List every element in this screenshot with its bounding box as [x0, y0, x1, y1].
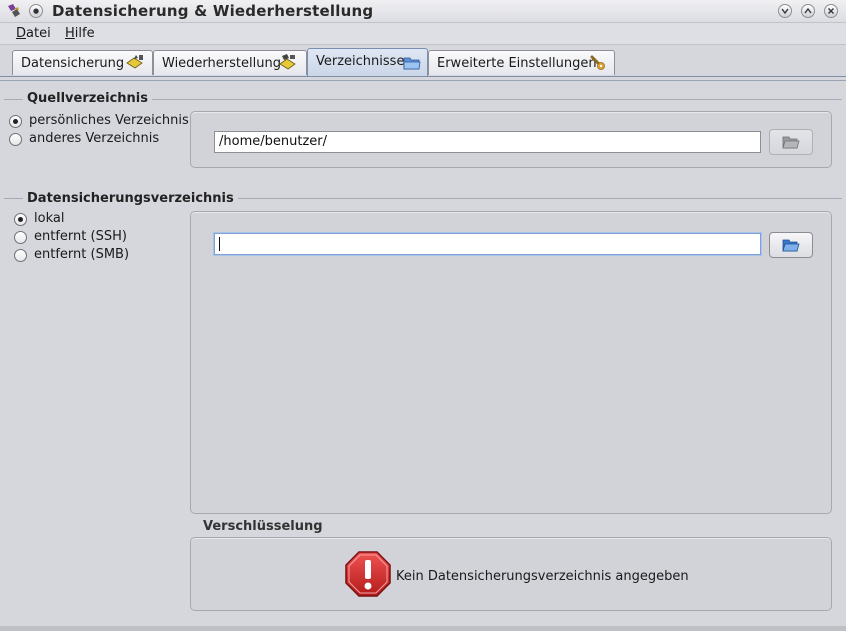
- source-group-title: Quellverzeichnis: [23, 91, 152, 106]
- title-bar[interactable]: ● Datensicherung & Wiederherstellung: [0, 0, 846, 23]
- destination-panel: [190, 211, 832, 514]
- encryption-group-title: Verschlüsselung: [203, 519, 323, 534]
- menu-datei-mnemonic: D: [16, 26, 27, 41]
- maximize-button[interactable]: [801, 4, 815, 18]
- tab-datensicherung[interactable]: Datensicherung: [12, 50, 153, 75]
- tab-erweiterte-einstellungen[interactable]: Erweiterte Einstellungen: [428, 50, 615, 75]
- window-bottom-border: [0, 626, 846, 631]
- tab-verzeichnisse-label: Verzeichnisse: [316, 54, 405, 69]
- text-caret: [219, 237, 220, 251]
- radio-source-personal-label[interactable]: persönliches Verzeichnis: [29, 113, 189, 128]
- menu-datei-label: atei: [26, 26, 51, 41]
- backup-icon: [125, 54, 143, 70]
- encryption-panel: Kein Datensicherungsverzeichnis angegebe…: [190, 537, 832, 611]
- radio-destination-smb[interactable]: [14, 249, 27, 262]
- source-browse-button[interactable]: [769, 129, 813, 155]
- destination-path-input[interactable]: [214, 233, 761, 255]
- close-button[interactable]: [824, 4, 838, 18]
- source-path-input[interactable]: /home/benutzer/: [214, 131, 761, 153]
- folder-icon: [403, 54, 421, 70]
- source-panel: /home/benutzer/: [190, 111, 832, 168]
- menu-hilfe-mnemonic: H: [65, 26, 75, 41]
- tab-datensicherung-label: Datensicherung: [21, 56, 125, 71]
- radio-destination-smb-label[interactable]: entfernt (SMB): [34, 247, 129, 262]
- tab-wiederherstellung[interactable]: Wiederherstellung: [153, 50, 307, 75]
- menu-hilfe-label: ilfe: [74, 26, 95, 41]
- minimize-button[interactable]: [778, 4, 792, 18]
- folder-open-icon: [782, 136, 800, 149]
- tab-wiederherstellung-label: Wiederherstellung: [162, 56, 281, 71]
- tab-erweiterte-einstellungen-label: Erweiterte Einstellungen: [437, 56, 597, 71]
- tab-verzeichnisse[interactable]: Verzeichnisse: [307, 48, 428, 76]
- encryption-status-text: Kein Datensicherungsverzeichnis angegebe…: [396, 569, 689, 584]
- app-icon[interactable]: [6, 3, 22, 19]
- radio-destination-local[interactable]: [14, 213, 27, 226]
- window-title: Datensicherung & Wiederherstellung: [52, 2, 374, 20]
- menu-datei[interactable]: Datei: [16, 26, 51, 41]
- radio-source-other-label[interactable]: anderes Verzeichnis: [29, 131, 159, 146]
- stop-warning-icon: [344, 550, 392, 598]
- radio-source-personal[interactable]: [9, 115, 22, 128]
- radio-destination-local-label[interactable]: lokal: [34, 211, 64, 226]
- menu-hilfe[interactable]: Hilfe: [65, 26, 95, 41]
- restore-icon: [278, 54, 296, 70]
- radio-destination-ssh-label[interactable]: entfernt (SSH): [34, 229, 127, 244]
- radio-destination-ssh[interactable]: [14, 231, 27, 244]
- folder-open-icon: [782, 239, 800, 252]
- destination-browse-button[interactable]: [769, 232, 813, 258]
- wrench-icon: [589, 55, 607, 71]
- tab-underline-shadow: [0, 80, 846, 81]
- menu-bar: Datei Hilfe: [0, 23, 846, 45]
- window-menu-button[interactable]: ●: [29, 4, 43, 18]
- tab-underline: [0, 76, 846, 77]
- radio-source-other[interactable]: [9, 133, 22, 146]
- destination-group-title: Datensicherungsverzeichnis: [23, 191, 238, 206]
